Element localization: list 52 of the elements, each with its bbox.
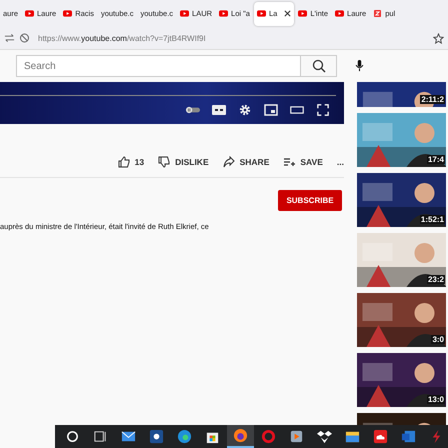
subscribe-button[interactable]: SUBSCRIBE — [278, 190, 342, 211]
folder-icon — [345, 429, 360, 444]
miniplayer-icon[interactable] — [264, 104, 278, 116]
cloud-icon — [373, 429, 388, 444]
youtube-icon — [63, 10, 72, 17]
star-icon[interactable] — [433, 32, 444, 44]
settings-icon[interactable] — [238, 104, 252, 116]
ring-icon — [261, 429, 276, 444]
browser-icon — [177, 429, 192, 444]
dropbox-icon — [317, 429, 332, 444]
captions-icon[interactable] — [212, 104, 226, 116]
fullscreen-icon[interactable] — [316, 104, 330, 116]
z-icon — [373, 10, 382, 17]
circle-icon — [65, 429, 80, 444]
microphone-icon[interactable] — [355, 60, 364, 72]
permissions-icon[interactable] — [4, 33, 15, 43]
blocked-icon[interactable] — [19, 33, 30, 43]
youtube-icon — [25, 10, 34, 17]
search-icon — [312, 59, 326, 73]
add-to-playlist-icon — [283, 156, 296, 168]
mail-icon — [121, 429, 136, 444]
task-view-icon — [93, 429, 108, 444]
youtube-icon — [298, 10, 308, 17]
video-duration: 23:2 — [426, 275, 445, 284]
youtube-icon — [180, 10, 190, 17]
search-button[interactable] — [301, 55, 337, 77]
thumbs-up-icon — [118, 156, 130, 168]
search-field[interactable]: Search — [16, 55, 301, 77]
thumbs-down-icon — [158, 156, 170, 168]
action-button[interactable]: SHARE — [222, 156, 270, 168]
video-duration: 13:0 — [426, 395, 445, 404]
close-icon[interactable] — [284, 10, 292, 17]
youtube-icon — [256, 10, 266, 17]
autoplay-toggle[interactable] — [186, 104, 200, 116]
theater-mode-icon[interactable] — [290, 104, 304, 116]
share-icon — [222, 156, 235, 168]
video-duration: 2:11:2 — [420, 95, 445, 104]
video-duration: 1:52:1 — [420, 215, 445, 224]
action-button[interactable]: SAVE — [283, 156, 323, 168]
action-button[interactable]: ... — [336, 157, 344, 167]
youtube-icon — [335, 10, 344, 17]
video-player[interactable] — [0, 82, 344, 124]
youtube-icon — [219, 10, 228, 17]
app-icon — [149, 429, 164, 444]
action-button[interactable]: DISLIKE — [158, 156, 209, 168]
url-text[interactable]: https://www.youtube.com/watch?v=7jtB4RWIf9I — [38, 34, 206, 42]
action-button[interactable]: 13 — [118, 156, 144, 168]
video-duration: 3:0 — [431, 335, 445, 344]
browser-icon — [233, 428, 248, 443]
play-icon — [289, 429, 304, 444]
document-icon — [401, 429, 416, 444]
video-duration: 17:4 — [426, 155, 445, 164]
